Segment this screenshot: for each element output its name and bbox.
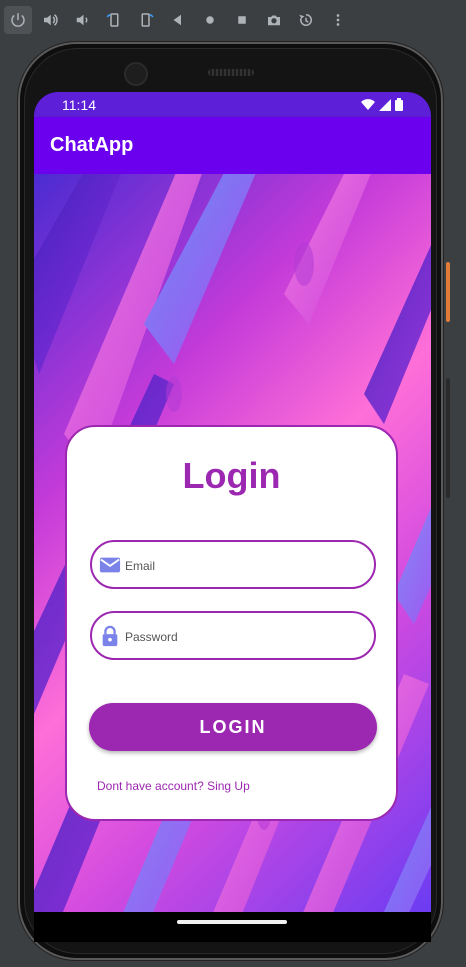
home-icon[interactable] xyxy=(196,6,224,34)
app-title: ChatApp xyxy=(50,134,134,156)
power-icon[interactable] xyxy=(4,6,32,34)
volume-up-icon[interactable] xyxy=(36,6,64,34)
camera-icon[interactable] xyxy=(260,6,288,34)
emulator-toolbar xyxy=(0,0,466,40)
signup-link[interactable]: Dont have account? Sing Up xyxy=(97,779,250,793)
front-camera-icon xyxy=(124,62,148,86)
status-time: 11:14 xyxy=(62,97,96,113)
login-title: Login xyxy=(182,455,281,496)
navigation-bar xyxy=(34,912,431,942)
app-bar: ChatApp xyxy=(34,117,431,174)
background-image: Login LOGIN Dont have account? Sing Up xyxy=(34,174,431,912)
device-volume-button[interactable] xyxy=(446,378,450,498)
login-card: Login LOGIN Dont have account? Sing Up xyxy=(65,425,398,821)
password-input[interactable] xyxy=(123,613,367,660)
rewind-icon[interactable] xyxy=(292,6,320,34)
login-button[interactable]: LOGIN xyxy=(89,703,377,751)
wifi-icon xyxy=(361,98,375,110)
email-input[interactable] xyxy=(123,542,367,589)
earpiece-speaker xyxy=(208,69,254,76)
device-screen: 11:14 ChatApp Login Email LOGIN Dont hav… xyxy=(34,92,431,912)
mail-icon xyxy=(99,557,121,573)
rotate-left-icon[interactable] xyxy=(100,6,128,34)
rotate-right-icon[interactable] xyxy=(132,6,160,34)
battery-icon xyxy=(395,98,403,111)
device-power-button[interactable] xyxy=(446,262,450,322)
status-bar: 11:14 xyxy=(34,92,431,117)
more-icon[interactable] xyxy=(324,6,352,34)
email-field[interactable] xyxy=(90,540,376,589)
lock-icon xyxy=(102,625,118,647)
home-gesture-handle[interactable] xyxy=(177,920,287,924)
overview-icon[interactable] xyxy=(228,6,256,34)
volume-down-icon[interactable] xyxy=(68,6,96,34)
password-field[interactable] xyxy=(90,611,376,660)
back-icon[interactable] xyxy=(164,6,192,34)
signal-icon xyxy=(379,98,391,111)
status-icons xyxy=(361,98,403,111)
